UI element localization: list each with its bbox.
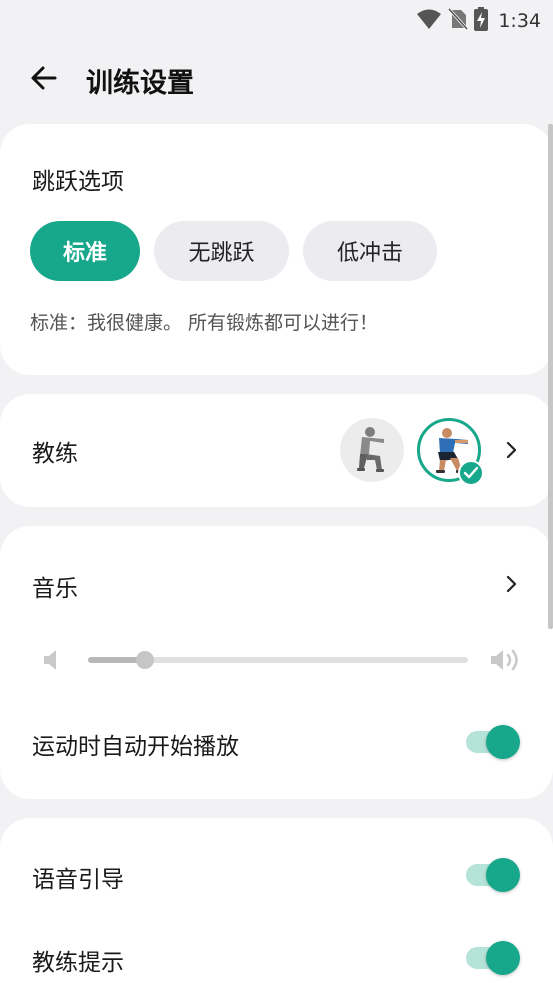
- music-label: 音乐: [32, 576, 78, 602]
- wifi-icon: [416, 8, 442, 34]
- coach-row[interactable]: 教练: [0, 394, 553, 507]
- status-bar: 1:34: [0, 0, 553, 40]
- autoplay-toggle[interactable]: [466, 725, 520, 759]
- music-card: 音乐 运动时自动开始播放: [0, 526, 553, 799]
- autoplay-label: 运动时自动开始播放: [32, 734, 239, 760]
- app-header: 训练设置: [0, 55, 553, 105]
- status-time: 1:34: [498, 10, 541, 32]
- page-title: 训练设置: [86, 67, 194, 99]
- training-settings-screen: 1:34 训练设置 跳跃选项 标准 无跳跃 低冲击 标准：我很健康。 所有锻炼都…: [0, 0, 553, 983]
- chip-standard[interactable]: 标准: [30, 221, 140, 281]
- voice-guide-toggle[interactable]: [466, 858, 520, 892]
- status-icons: 1:34: [416, 7, 541, 35]
- jump-options-card: 跳跃选项 标准 无跳跃 低冲击 标准：我很健康。 所有锻炼都可以进行！: [0, 124, 553, 375]
- no-sim-icon: [448, 7, 469, 34]
- volume-slider-thumb[interactable]: [136, 651, 154, 669]
- back-button[interactable]: [22, 58, 66, 102]
- chip-no-jump[interactable]: 无跳跃: [154, 221, 289, 281]
- music-chevron-right-icon[interactable]: [500, 572, 524, 596]
- arrow-left-icon: [30, 64, 58, 96]
- jump-option-description: 标准：我很健康。 所有锻炼都可以进行！: [30, 312, 379, 334]
- coach-tips-toggle-knob: [486, 941, 520, 975]
- coach-tips-toggle[interactable]: [466, 941, 520, 975]
- coach-label: 教练: [32, 441, 78, 467]
- volume-low-icon: [42, 648, 62, 676]
- volume-high-icon: [489, 647, 523, 677]
- selected-check-icon: [458, 460, 484, 486]
- jump-option-chips: 标准 无跳跃 低冲击: [30, 221, 437, 281]
- chevron-right-icon[interactable]: [500, 438, 524, 462]
- coach-tips-label: 教练提示: [32, 950, 124, 976]
- coach-avatar-female[interactable]: [340, 418, 404, 482]
- voice-card: 语音引导 教练提示: [0, 818, 553, 983]
- voice-guide-label: 语音引导: [32, 867, 124, 893]
- voice-guide-toggle-knob: [486, 858, 520, 892]
- battery-charging-icon: [474, 7, 489, 35]
- scrollbar[interactable]: [548, 124, 553, 629]
- autoplay-toggle-knob: [486, 725, 520, 759]
- volume-slider[interactable]: [88, 651, 468, 669]
- chip-low-impact[interactable]: 低冲击: [303, 221, 437, 281]
- jump-options-title: 跳跃选项: [32, 169, 124, 195]
